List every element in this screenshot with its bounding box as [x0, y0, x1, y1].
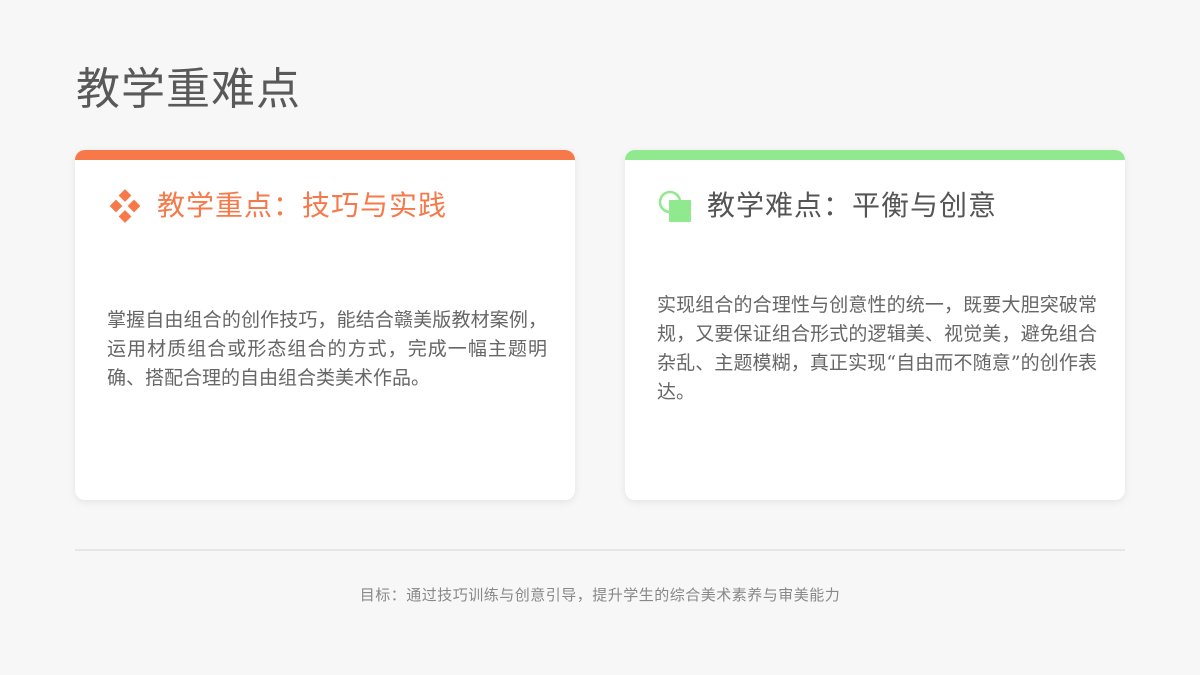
card-title: 教学难点：平衡与创意 [707, 189, 998, 222]
card-title: 教学重点：技巧与实践 [157, 189, 448, 222]
page-title: 教学重难点 [76, 64, 301, 115]
card-body-text: 掌握自由组合的创作技巧，能结合赣美版教材案例，运用材质组合或形态组合的方式，完成… [107, 309, 547, 389]
key-points-card: 教学重点：技巧与实践 掌握自由组合的创作技巧，能结合赣美版教材案例，运用材质组合… [75, 150, 575, 500]
divider [75, 549, 1125, 551]
card-header: 教学难点：平衡与创意 [657, 188, 997, 224]
card-header: 教学重点：技巧与实践 [107, 188, 447, 224]
card-accent-bar [75, 150, 575, 160]
card-accent-bar [625, 150, 1125, 160]
footer-goal-text: 目标：通过技巧训练与创意引导，提升学生的综合美术素养与审美能力 [359, 586, 841, 604]
difficult-points-card: 教学难点：平衡与创意 实现组合的合理性与创意性的统一，既要大胆突破常规，又要保证… [625, 150, 1125, 500]
card-body-text: 实现组合的合理性与创意性的统一，既要大胆突破常规，又要保证组合形式的逻辑美、视觉… [657, 294, 1097, 403]
diamond-cluster-icon [107, 188, 143, 224]
circle-square-icon [657, 188, 693, 224]
